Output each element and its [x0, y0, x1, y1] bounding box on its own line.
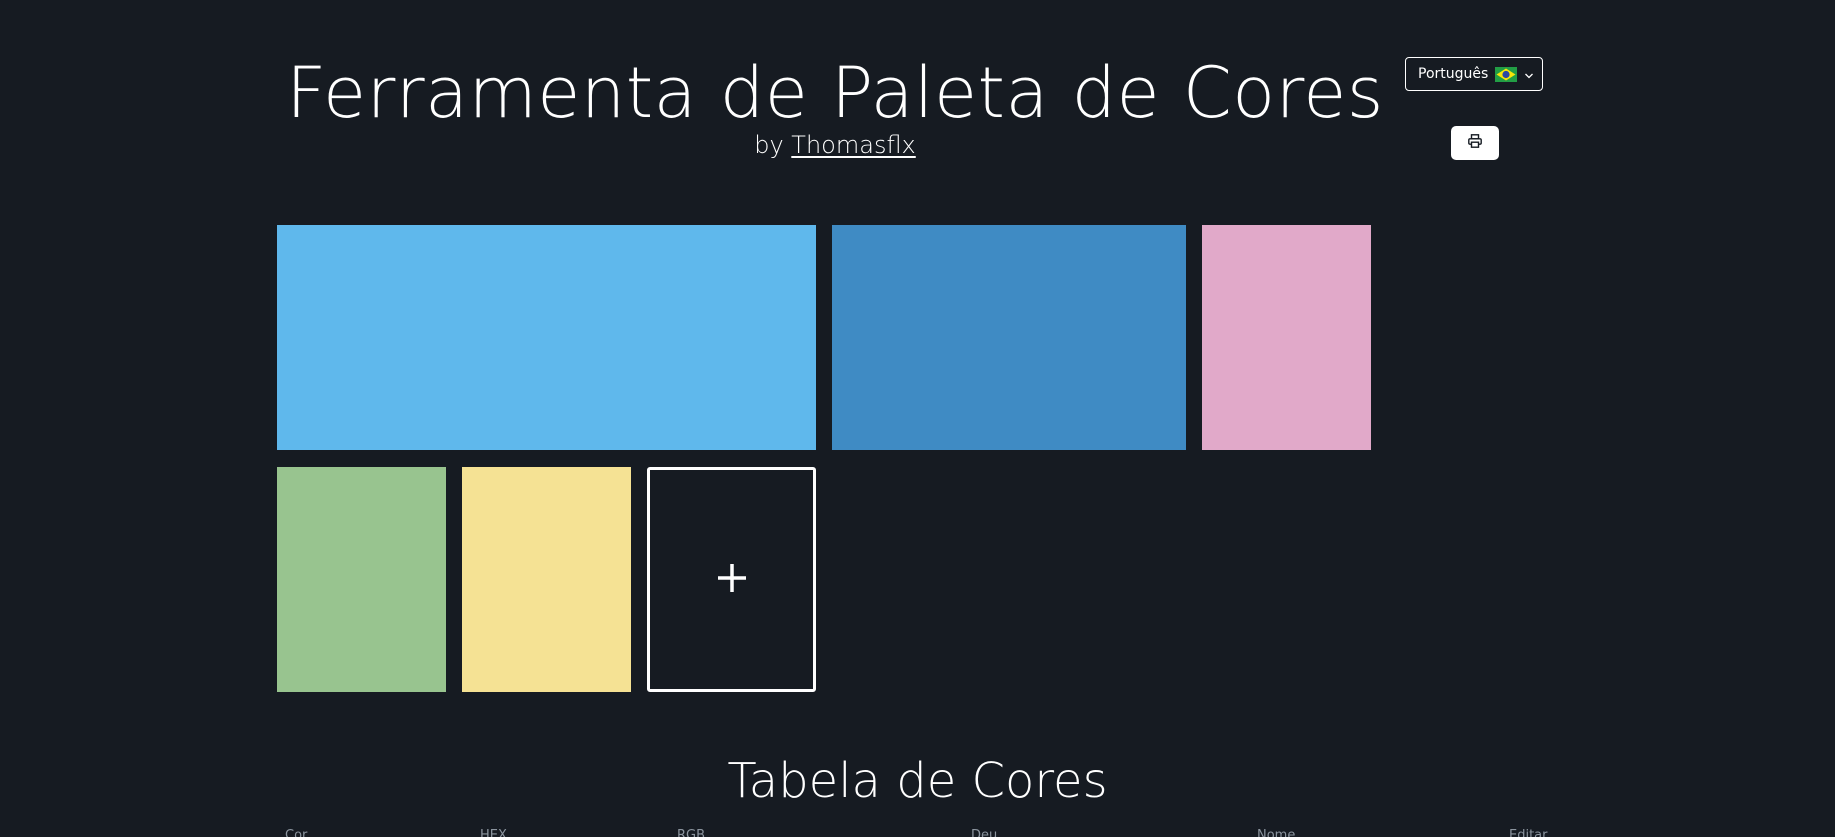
- color-swatch[interactable]: [462, 467, 631, 692]
- author-link[interactable]: Thomasflx: [791, 131, 915, 159]
- add-color-button[interactable]: [647, 467, 816, 692]
- table-header-cell: Editar: [1509, 828, 1548, 837]
- print-button[interactable]: [1451, 126, 1499, 160]
- brazil-flag-icon: [1495, 66, 1518, 82]
- table-header-cell: Nome: [1257, 828, 1296, 837]
- color-swatch[interactable]: [832, 225, 1186, 450]
- byline-prefix: by: [754, 131, 792, 159]
- color-swatch[interactable]: [277, 225, 816, 450]
- color-swatch[interactable]: [1202, 225, 1371, 450]
- color-swatch[interactable]: [277, 467, 446, 692]
- printer-icon: [1467, 133, 1483, 153]
- table-header-cell: Deu: [971, 828, 998, 837]
- table-title: Tabela de Cores: [727, 753, 1108, 809]
- chevron-down-icon: [1524, 69, 1534, 79]
- page: Ferramenta de Paleta de Cores by Thomasf…: [0, 0, 1835, 837]
- language-selected-label: Português: [1418, 66, 1489, 82]
- byline: by Thomasflx: [0, 130, 1670, 160]
- table-header-cell: HEX: [480, 828, 507, 837]
- table-header-cell: RGB: [677, 828, 706, 837]
- table-header-cell: Cor: [285, 828, 308, 837]
- plus-icon: [715, 561, 749, 599]
- table-header-row: Cor HEX RGB Deu Nome Editar: [277, 828, 1557, 837]
- language-select[interactable]: Português: [1405, 57, 1543, 91]
